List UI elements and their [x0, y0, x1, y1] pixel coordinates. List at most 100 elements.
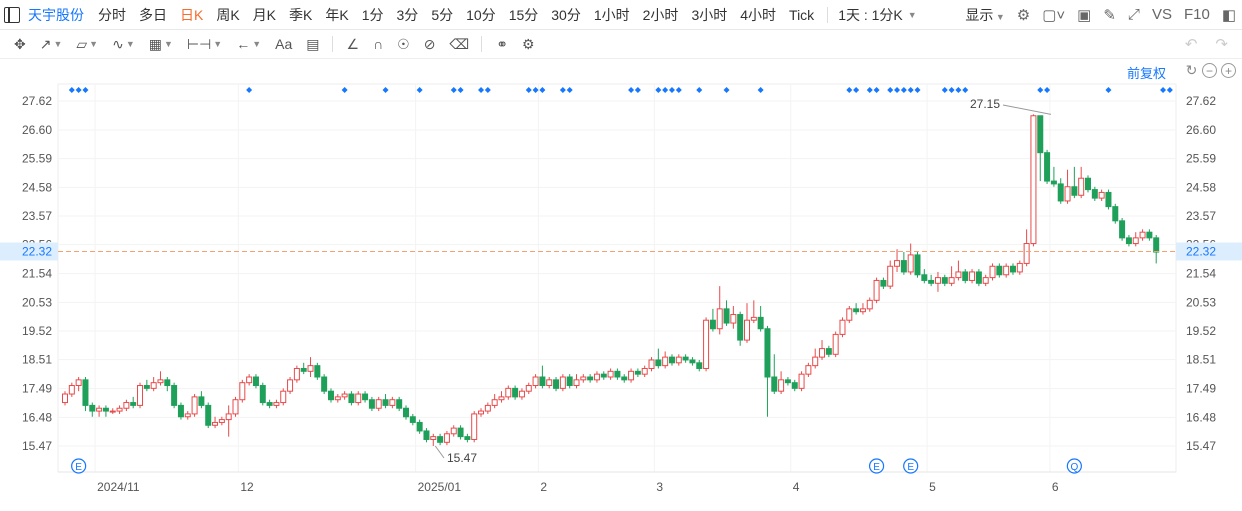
- comment-icon[interactable]: ▤: [306, 36, 319, 53]
- candle-up: [498, 396, 505, 401]
- period-3hour[interactable]: 3小时: [691, 5, 727, 25]
- candle-up: [137, 385, 144, 406]
- period-3min[interactable]: 3分: [397, 5, 419, 25]
- candle-up: [1016, 262, 1023, 273]
- candle-down: [1153, 237, 1160, 253]
- candle-down: [539, 376, 546, 387]
- undo-icon[interactable]: ↶: [1185, 35, 1198, 53]
- layout-icon[interactable]: ▢˅: [1042, 6, 1065, 24]
- candle-down: [737, 314, 744, 341]
- period-quarterly-k[interactable]: 季K: [289, 5, 312, 25]
- zoom-in-icon[interactable]: +: [1221, 63, 1236, 78]
- arrow-icon[interactable]: ← ▼: [236, 36, 261, 52]
- candle-down: [696, 362, 703, 369]
- low-annotation-label: 15.47: [447, 451, 477, 465]
- sidebar-toggle-icon[interactable]: [4, 6, 20, 23]
- period-daily-k[interactable]: 日K: [180, 5, 203, 25]
- candle-down: [614, 370, 621, 378]
- candle-down: [89, 404, 96, 412]
- reset-icon[interactable]: ↻: [1185, 63, 1198, 77]
- interval-select[interactable]: 1天 : 1分K: [838, 5, 903, 25]
- zoom-out-icon[interactable]: −: [1202, 63, 1217, 78]
- price-adjust-toggle[interactable]: 前复权: [1127, 63, 1166, 82]
- event-diamond-marker: [416, 87, 423, 93]
- period-10min[interactable]: 10分: [466, 5, 496, 25]
- candle-up: [628, 370, 635, 381]
- event-diamond-marker: [628, 87, 635, 93]
- fibonacci-icon[interactable]: ▦ ▼: [149, 36, 173, 53]
- trend-line-icon[interactable]: ↗ ▼: [40, 36, 63, 53]
- fullscreen-icon[interactable]: ⤢: [1128, 6, 1140, 23]
- event-diamond-marker: [866, 87, 873, 93]
- candle-up: [68, 385, 75, 395]
- period-yearly-k[interactable]: 年K: [325, 5, 348, 25]
- period-15min[interactable]: 15分: [509, 5, 539, 25]
- candle-up: [703, 319, 710, 369]
- period-multiday[interactable]: 多日: [139, 5, 167, 25]
- event-diamond-marker: [900, 87, 907, 93]
- candle-down: [962, 271, 969, 281]
- magnet-icon[interactable]: ∩: [373, 36, 383, 52]
- y-tick-label-left: 19.52: [22, 324, 52, 338]
- period-1hour[interactable]: 1小时: [594, 5, 630, 25]
- candle-up: [116, 407, 123, 412]
- candle-up: [546, 379, 553, 387]
- candle-up: [641, 367, 648, 375]
- candle-up: [471, 413, 478, 440]
- y-tick-label-left: 17.49: [22, 382, 52, 396]
- crosshair-icon[interactable]: ✥: [14, 36, 26, 53]
- lock-icon[interactable]: ☉: [397, 36, 410, 53]
- chart-area[interactable]: 27.62 27.62 26.60 26.60 25.59 25.59 24.58 24.58…: [0, 60, 1242, 506]
- period-5min[interactable]: 5分: [431, 5, 453, 25]
- period-intraday[interactable]: 分时: [98, 5, 126, 25]
- text-tool[interactable]: Aa: [275, 36, 292, 52]
- event-diamond-marker: [559, 87, 566, 93]
- zoom-controls: ↻ − +: [1185, 63, 1236, 78]
- period-monthly-k[interactable]: 月K: [253, 5, 276, 25]
- candle-up: [273, 402, 280, 406]
- candle-down: [600, 373, 607, 378]
- event-diamond-marker: [941, 87, 948, 93]
- f10-button[interactable]: F10: [1184, 6, 1210, 23]
- camera-icon[interactable]: ▣: [1077, 6, 1091, 24]
- candle-up: [246, 376, 253, 384]
- candle-down: [853, 308, 860, 313]
- divider: [827, 6, 829, 23]
- candlestick-chart[interactable]: 27.62 27.62 26.60 26.60 25.59 25.59 24.58 24.58…: [0, 60, 1242, 506]
- candle-down: [1071, 186, 1078, 196]
- panel-toggle-icon[interactable]: ◧: [1222, 6, 1236, 24]
- redo-icon[interactable]: ↷: [1215, 35, 1228, 53]
- chevron-down-icon[interactable]: ▼: [908, 10, 917, 20]
- event-diamond-marker: [457, 87, 464, 93]
- candle-up: [662, 356, 669, 367]
- candle-up: [191, 396, 198, 415]
- candle-down: [171, 385, 178, 406]
- link-icon[interactable]: ⚭: [496, 36, 508, 53]
- period-tick[interactable]: Tick: [789, 7, 814, 23]
- stock-name[interactable]: 天宇股份: [28, 5, 84, 25]
- hide-icon[interactable]: ⊘: [424, 36, 436, 53]
- period-weekly-k[interactable]: 周K: [216, 5, 239, 25]
- channel-icon[interactable]: ▱ ▼: [76, 36, 98, 53]
- pen-icon[interactable]: ✎: [1103, 6, 1116, 24]
- x-tick-label: 2: [540, 480, 547, 494]
- period-4hour[interactable]: 4小时: [740, 5, 776, 25]
- gear-icon[interactable]: ⚙: [522, 36, 535, 53]
- candle-down: [928, 279, 935, 284]
- candle-down: [464, 436, 471, 440]
- period-1min[interactable]: 1分: [362, 5, 384, 25]
- settings-icon[interactable]: ⚙: [1017, 6, 1030, 24]
- candle-down: [266, 402, 273, 406]
- wave-icon[interactable]: ∿ ▼: [112, 36, 135, 53]
- candle-down: [1119, 220, 1126, 239]
- candle-up: [287, 379, 294, 392]
- measure-icon[interactable]: ⊢⊣ ▼: [187, 36, 222, 53]
- candle-up: [212, 421, 219, 426]
- vs-button[interactable]: VS: [1152, 6, 1172, 23]
- period-2hour[interactable]: 2小时: [643, 5, 679, 25]
- period-30min[interactable]: 30分: [551, 5, 581, 25]
- display-menu[interactable]: 显示 ▼: [965, 5, 1004, 25]
- y-tick-label-right: 23.57: [1186, 209, 1216, 223]
- angle-icon[interactable]: ∠: [347, 36, 360, 53]
- trash-icon[interactable]: ⌫: [449, 36, 469, 53]
